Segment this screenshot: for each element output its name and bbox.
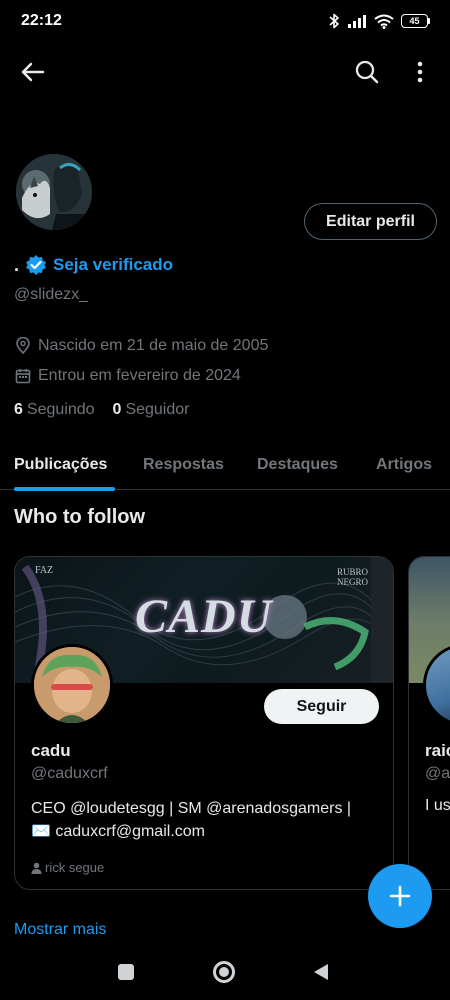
followers-label: Seguidor [125,401,190,418]
tab-publicacoes[interactable]: Publicações [14,440,115,491]
battery-icon: 45 [401,14,430,28]
battery-level: 45 [401,14,428,28]
banner-tag-right-2: NEGRO [337,577,368,587]
tab-label: Artigos [376,456,432,473]
status-icons: 45 [328,13,430,29]
show-more-link[interactable]: Mostrar mais [14,921,106,939]
suggested-user-handle: @caduxcrf [31,765,108,782]
more-options-button[interactable] [406,58,434,86]
search-icon [355,60,379,84]
compose-button[interactable] [368,864,432,928]
tab-active-indicator [14,487,115,491]
followers-link[interactable]: 0 Seguidor [113,401,190,419]
back-button[interactable] [18,58,48,86]
home-circle-icon[interactable] [213,961,235,983]
calendar-icon [15,369,31,384]
back-arrow-icon [21,62,45,82]
follow-button[interactable]: Seguir [264,689,379,724]
suggestion-card[interactable]: FAZ RUBRO NEGRO CADU Seguir cadu @caduxcr… [14,556,394,890]
social-context: rick segue [31,860,104,875]
suggested-user-name: raic [425,741,450,760]
birth-date: Nascido em 21 de maio de 2005 [38,337,269,354]
banner-title: CADU [135,590,273,643]
get-verified-label: Seja verificado [53,255,174,274]
back-triangle-icon[interactable] [311,962,331,982]
edit-profile-button[interactable]: Editar perfil [304,203,437,240]
follow-stats: 6 Seguindo 0 Seguidor [14,401,189,419]
tab-destaques[interactable]: Destaques [257,440,338,490]
suggested-user-name: cadu [31,741,71,760]
status-time: 22:12 [21,12,62,29]
tab-label: Publicações [14,456,108,473]
profile-handle: @slidezx_ [14,286,89,303]
following-link[interactable]: 6 Seguindo [14,401,95,419]
suggestion-card-peek[interactable]: raic @a I us [408,556,450,890]
android-nav-bar [0,945,450,1000]
who-to-follow-title: Who to follow [14,506,146,528]
banner-tag-right-1: RUBRO [337,567,369,577]
suggested-user-handle: @a [425,765,450,782]
following-count: 6 [14,401,23,418]
followers-count: 0 [112,401,122,418]
search-button[interactable] [352,58,382,86]
bio-line-1: CEO @loudetesgg | SM @arenadosgamers | [31,800,352,817]
status-bar: 22:12 45 [0,0,450,42]
suggested-user-bio: I us [425,797,450,814]
suggested-user-bio: CEO @loudetesgg | SM @arenadosgamers | ✉… [31,797,383,843]
location-pin-icon [16,337,30,355]
banner-tag-right: RUBRO NEGRO [337,567,368,587]
tab-respostas[interactable]: Respostas [143,440,224,490]
plus-icon [389,885,411,907]
name-row: . Seja verificado [14,252,173,278]
tab-label: Destaques [257,456,338,473]
tab-artigos[interactable]: Artigos [376,440,432,490]
more-vertical-icon [417,61,423,83]
birth-row: Nascido em 21 de maio de 2005 [14,335,268,357]
social-context-text: rick segue [45,860,105,875]
top-nav [0,50,450,94]
bio-line-2: ✉️ caduxcrf@gmail.com [31,823,205,840]
following-label: Seguindo [26,401,95,418]
display-name: . [14,254,20,275]
profile-avatar[interactable] [14,152,94,232]
suggested-user-avatar[interactable] [31,644,113,726]
joined-date: Entrou em fevereiro de 2024 [38,367,241,384]
tab-label: Respostas [143,456,224,473]
person-icon [31,862,42,874]
verified-badge-icon [26,255,47,275]
wifi-icon [374,14,394,29]
signal-icon [348,15,366,28]
bluetooth-icon [329,13,339,29]
get-verified-link[interactable]: Seja verificado [25,254,173,276]
joined-row: Entrou em fevereiro de 2024 [14,365,241,387]
recents-square-icon[interactable] [118,964,134,980]
profile-tabs: Publicações Respostas Destaques Artigos [0,440,450,491]
banner-tag-left: FAZ [35,565,54,576]
